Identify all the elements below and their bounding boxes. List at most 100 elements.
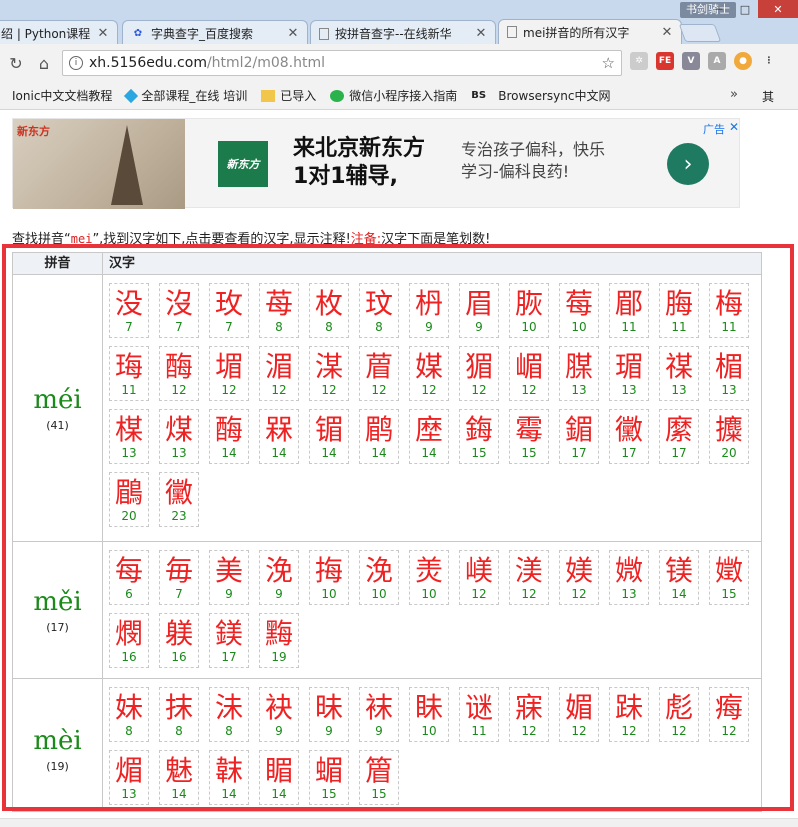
hanzi-cell[interactable]: 脄 10	[509, 283, 549, 338]
hanzi-cell[interactable]: 跊 12	[609, 687, 649, 742]
gear-extension-icon[interactable]: ✲	[630, 52, 648, 70]
bookmarks-more-icon[interactable]: »	[730, 87, 738, 102]
hanzi-cell[interactable]: 楳 13	[109, 409, 149, 464]
hanzi-cell[interactable]: 黴 17	[609, 409, 649, 464]
hanzi-cell[interactable]: 妹8	[109, 687, 149, 742]
maximize-icon[interactable]: □	[732, 0, 758, 18]
hanzi-cell[interactable]: 挴 10	[309, 550, 349, 605]
hanzi-cell[interactable]: 篃 15	[359, 750, 399, 805]
hanzi-cell[interactable]: 腜 13	[559, 346, 599, 401]
home-icon[interactable]: ⌂	[32, 51, 56, 75]
hanzi-cell[interactable]: 每6	[109, 550, 149, 605]
menu-icon[interactable]: ⋮	[760, 52, 778, 70]
hanzi-cell[interactable]: 苺8	[259, 283, 299, 338]
hanzi-cell[interactable]: 媺 13	[609, 550, 649, 605]
bookmark-star-icon[interactable]: ☆	[602, 54, 615, 72]
angular-extension-icon[interactable]: A	[708, 52, 726, 70]
hanzi-cell[interactable]: 珻 11	[109, 346, 149, 401]
hanzi-cell[interactable]: 酶 12	[159, 346, 199, 401]
close-icon[interactable]: ✕	[287, 26, 299, 41]
hanzi-cell[interactable]: 彪 12	[659, 687, 699, 742]
hanzi-cell[interactable]: 攗 20	[709, 409, 749, 464]
chrome-extension-icon[interactable]: ●	[734, 52, 752, 70]
vue-extension-icon[interactable]: V	[682, 52, 700, 70]
hanzi-cell[interactable]: 玟8	[359, 283, 399, 338]
ad-arrow-button[interactable]: ›	[667, 143, 709, 185]
hanzi-cell[interactable]: 美9	[209, 550, 249, 605]
hanzi-cell[interactable]: 嵄 12	[459, 550, 499, 605]
hanzi-cell[interactable]: 抹8	[159, 687, 199, 742]
hanzi-cell[interactable]: 禖 13	[659, 346, 699, 401]
hanzi-cell[interactable]: 媚 12	[559, 687, 599, 742]
hanzi-cell[interactable]: 黣 19	[259, 613, 299, 668]
hanzi-cell[interactable]: 睸 14	[259, 750, 299, 805]
hanzi-cell[interactable]: 没7	[109, 283, 149, 338]
hanzi-cell[interactable]: 黴 23	[159, 472, 199, 527]
hanzi-cell[interactable]: 嬍 15	[709, 550, 749, 605]
hanzi-cell[interactable]: 韎 14	[209, 750, 249, 805]
horizontal-scrollbar[interactable]	[0, 818, 798, 827]
hanzi-cell[interactable]: 眉9	[459, 283, 499, 338]
hanzi-cell[interactable]: 猸 12	[459, 346, 499, 401]
hanzi-cell[interactable]: 媄 12	[559, 550, 599, 605]
address-bar[interactable]: i xh.5156edu.com/html2/m08.html ☆	[62, 50, 622, 76]
reload-icon[interactable]: ↻	[4, 51, 28, 75]
bookmark-wechat[interactable]: 微信小程序接入指南	[330, 87, 457, 104]
hanzi-cell[interactable]: 郿 11	[609, 283, 649, 338]
hanzi-cell[interactable]: 躾 16	[159, 613, 199, 668]
window-close-icon[interactable]: ✕	[758, 0, 798, 18]
hanzi-cell[interactable]: 毎7	[159, 550, 199, 605]
hanzi-cell[interactable]: 縻 17	[659, 409, 699, 464]
hanzi-cell[interactable]: 魅 14	[159, 750, 199, 805]
hanzi-cell[interactable]: 昧9	[309, 687, 349, 742]
hanzi-cell[interactable]: 袂9	[259, 687, 299, 742]
hanzi-cell[interactable]: 葿 12	[359, 346, 399, 401]
hanzi-cell[interactable]: 沬8	[209, 687, 249, 742]
hanzi-cell[interactable]: 煤 13	[159, 409, 199, 464]
hanzi-cell[interactable]: 湄 12	[259, 346, 299, 401]
hanzi-cell[interactable]: 湈 12	[309, 346, 349, 401]
hanzi-cell[interactable]: 眛 10	[409, 687, 449, 742]
tab-mei-pinyin[interactable]: mei拼音的所有汉字 ✕	[498, 19, 682, 44]
tab-python-course[interactable]: 绍 | Python课程 ✕	[0, 20, 118, 46]
hanzi-cell[interactable]: 瑂 13	[609, 346, 649, 401]
minimize-icon[interactable]: ─	[706, 0, 732, 18]
hanzi-cell[interactable]: 嵋 12	[509, 346, 549, 401]
hanzi-cell[interactable]: 羙 10	[409, 550, 449, 605]
new-tab-button[interactable]	[678, 24, 722, 42]
hanzi-cell[interactable]: 枚8	[309, 283, 349, 338]
close-icon[interactable]: ✕	[661, 25, 673, 40]
ad-close-icon[interactable]: ✕	[729, 120, 739, 134]
hanzi-cell[interactable]: 霉 15	[509, 409, 549, 464]
hanzi-cell[interactable]: 塺 14	[409, 409, 449, 464]
bookmark-browsersync[interactable]: BS Browsersync中文网	[471, 87, 610, 104]
close-icon[interactable]: ✕	[475, 26, 487, 41]
hanzi-cell[interactable]: 渼 12	[509, 550, 549, 605]
hanzi-cell[interactable]: 沒7	[159, 283, 199, 338]
hanzi-cell[interactable]: 堳 12	[209, 346, 249, 401]
hanzi-cell[interactable]: 枬9	[409, 283, 449, 338]
info-icon[interactable]: i	[69, 56, 83, 70]
hanzi-cell[interactable]: 梅 11	[709, 283, 749, 338]
hanzi-cell[interactable]: 袜9	[359, 687, 399, 742]
hanzi-cell[interactable]: 脢 11	[659, 283, 699, 338]
bookmark-imported[interactable]: 已导入	[261, 87, 316, 104]
hanzi-cell[interactable]: 鋂 15	[459, 409, 499, 464]
bookmark-all-courses[interactable]: 全部课程_在线 培训	[124, 87, 247, 104]
hanzi-cell[interactable]: 燘 16	[109, 613, 149, 668]
hanzi-cell[interactable]: 鎇 17	[559, 409, 599, 464]
hanzi-cell[interactable]: 楣 13	[709, 346, 749, 401]
tab-pinyin-lookup[interactable]: 按拼音查字--在线新华 ✕	[310, 20, 496, 46]
hanzi-cell[interactable]: 寐 12	[509, 687, 549, 742]
hanzi-cell[interactable]: 蝞 15	[309, 750, 349, 805]
hanzi-cell[interactable]: 浼9	[259, 550, 299, 605]
hanzi-cell[interactable]: 浼 10	[359, 550, 399, 605]
tab-baidu-search[interactable]: ✿ 字典查字_百度搜索 ✕	[122, 20, 308, 46]
hanzi-cell[interactable]: 镅 14	[309, 409, 349, 464]
hanzi-cell[interactable]: 槑 14	[259, 409, 299, 464]
hanzi-cell[interactable]: 鹛 14	[359, 409, 399, 464]
hanzi-cell[interactable]: 痗 12	[709, 687, 749, 742]
close-icon[interactable]: ✕	[97, 26, 109, 41]
hanzi-cell[interactable]: 玫7	[209, 283, 249, 338]
hanzi-cell[interactable]: 媒 12	[409, 346, 449, 401]
